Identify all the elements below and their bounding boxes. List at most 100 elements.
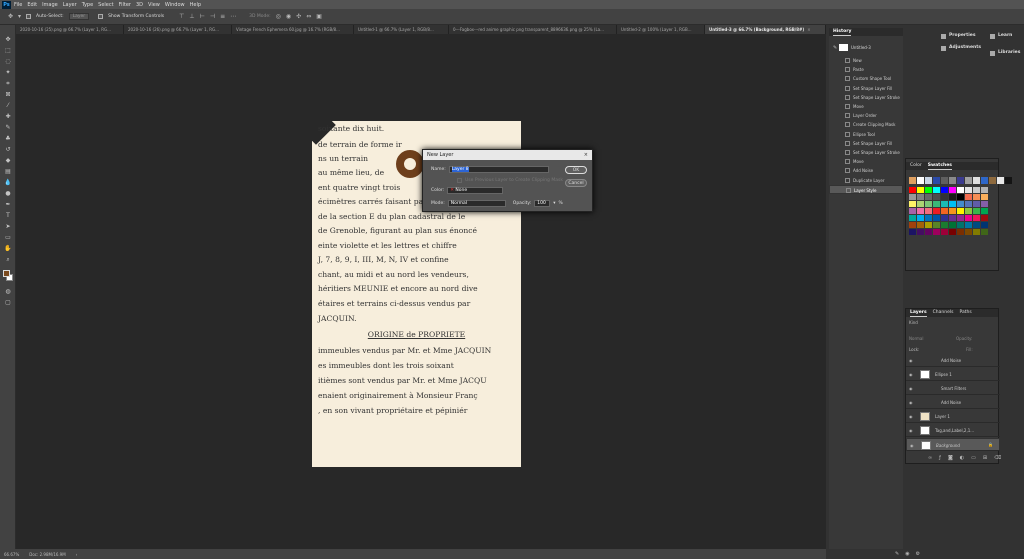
swatch[interactable]: [933, 222, 940, 228]
swatch[interactable]: [941, 215, 948, 221]
blend-mode-select[interactable]: Normal: [909, 336, 923, 341]
menu-image[interactable]: Image: [42, 2, 58, 8]
swatch[interactable]: [965, 201, 972, 207]
menu-type[interactable]: Type: [82, 2, 93, 8]
swatch[interactable]: [941, 222, 948, 228]
hand-tool-icon[interactable]: ✋: [3, 244, 13, 253]
swatch[interactable]: [917, 201, 924, 207]
history-item[interactable]: Duplicate Layer: [829, 176, 903, 185]
swatch[interactable]: [973, 215, 980, 221]
swatch[interactable]: [909, 208, 916, 214]
gradient-tool-icon[interactable]: ▤: [3, 167, 13, 176]
type-tool-icon[interactable]: T: [3, 211, 13, 220]
snapshot-label[interactable]: Untitled-3: [851, 45, 871, 50]
brush-icon[interactable]: ✎: [895, 551, 899, 557]
layer-row[interactable]: ◉ Tag,and,Label,2,1...: [906, 424, 1000, 437]
color-select[interactable]: ✕ None: [447, 187, 504, 194]
swatch[interactable]: [933, 215, 940, 221]
swatch[interactable]: [925, 201, 932, 207]
swatch[interactable]: [917, 208, 924, 214]
swatch[interactable]: [925, 187, 932, 193]
close-tab-icon[interactable]: ×: [807, 27, 810, 32]
new-layer-icon[interactable]: ⊞: [983, 455, 987, 461]
camera-icon[interactable]: ◉: [905, 551, 909, 557]
swatch[interactable]: [957, 229, 964, 235]
crop-tool-icon[interactable]: ⌗: [3, 79, 13, 88]
eraser-icon[interactable]: ◆: [3, 156, 13, 165]
swatch[interactable]: [909, 215, 916, 221]
history-item[interactable]: Move: [829, 157, 903, 166]
menu-edit[interactable]: Edit: [27, 2, 37, 8]
swatch[interactable]: [941, 229, 948, 235]
swatch[interactable]: [973, 194, 980, 200]
swatch[interactable]: [941, 187, 948, 193]
tab-doc-5[interactable]: 0---Fagbox---red anime graphic png trans…: [449, 25, 617, 34]
layer-row[interactable]: ◉ Ellipse 1: [906, 368, 1000, 381]
opacity-input[interactable]: 100: [534, 200, 551, 207]
swatch[interactable]: [957, 208, 964, 214]
swatch[interactable]: [957, 187, 964, 193]
swatch[interactable]: [949, 177, 956, 184]
swatch[interactable]: [917, 187, 924, 193]
move-tool-icon[interactable]: ✥: [8, 13, 13, 20]
swatch[interactable]: [917, 177, 924, 184]
swatch[interactable]: [997, 177, 1004, 184]
fx-icon[interactable]: ƒ: [939, 455, 941, 461]
history-brush-icon[interactable]: ↺: [3, 145, 13, 154]
swatch[interactable]: [941, 201, 948, 207]
swatch[interactable]: [925, 229, 932, 235]
eye-icon[interactable]: ◉: [909, 372, 913, 377]
menu-help[interactable]: Help: [190, 2, 201, 8]
tab-channels[interactable]: Channels: [933, 309, 954, 317]
tab-doc-6[interactable]: Untitled-2 @ 100% (Layer 1, RGB...: [617, 25, 705, 34]
swatch[interactable]: [989, 177, 996, 184]
swatch[interactable]: [949, 215, 956, 221]
swatch[interactable]: [925, 177, 932, 184]
swatch[interactable]: [933, 229, 940, 235]
chevron-right-icon[interactable]: ›: [76, 552, 78, 557]
mode-select[interactable]: Normal: [447, 200, 506, 207]
swatch[interactable]: [981, 187, 988, 193]
3d-pan-icon[interactable]: ✣: [296, 13, 301, 20]
swatch[interactable]: [949, 208, 956, 214]
blur-tool-icon[interactable]: 💧: [3, 178, 13, 187]
swatch[interactable]: [973, 187, 980, 193]
doc-size[interactable]: Doc: 2.98M/16.9M: [29, 552, 65, 557]
swatch[interactable]: [949, 187, 956, 193]
layer-row[interactable]: ◉ Smart Filters: [906, 382, 1000, 395]
eye-icon[interactable]: ◉: [909, 400, 913, 405]
align-center-icon[interactable]: ⊣: [210, 13, 215, 20]
settings-icon[interactable]: ⚙: [916, 551, 920, 557]
chevron-down-icon[interactable]: ▾: [18, 13, 21, 20]
properties-button[interactable]: Properties: [941, 31, 976, 41]
eyedropper-icon[interactable]: ⁄: [3, 101, 13, 110]
swatch[interactable]: [949, 194, 956, 200]
eye-icon[interactable]: ◉: [909, 358, 913, 363]
menu-view[interactable]: View: [148, 2, 160, 8]
swatch[interactable]: [981, 229, 988, 235]
swatch[interactable]: [981, 194, 988, 200]
chevron-down-icon[interactable]: ▾: [553, 201, 555, 206]
swatch[interactable]: [965, 215, 972, 221]
tab-doc-4[interactable]: Untitled-1 @ 66.7% (Layer 1, RGB/8...: [354, 25, 449, 34]
3d-orbit-icon[interactable]: ◎: [276, 13, 281, 20]
trash-icon[interactable]: ⌫: [994, 455, 1001, 461]
swatch[interactable]: [933, 201, 940, 207]
swatch[interactable]: [925, 208, 932, 214]
layer-row[interactable]: ◉ Layer 1: [906, 410, 1000, 423]
swatch[interactable]: [917, 194, 924, 200]
tab-color[interactable]: Color: [910, 162, 922, 170]
swatch[interactable]: [981, 177, 988, 184]
move-tool-icon[interactable]: ✥: [3, 35, 13, 44]
layer-name-input[interactable]: Layer 8: [448, 166, 549, 173]
more-options-icon[interactable]: ⋯: [230, 13, 236, 20]
zoom-tool-icon[interactable]: ⌕: [3, 255, 13, 264]
swatch[interactable]: [981, 215, 988, 221]
eye-icon[interactable]: ◉: [909, 386, 913, 391]
tab-doc-1[interactable]: 2020-10-16 (25).png @ 66.7% (Layer 1, RG…: [16, 25, 124, 34]
show-transform-checkbox[interactable]: [98, 14, 104, 19]
swatch[interactable]: [949, 229, 956, 235]
history-tab[interactable]: History: [833, 28, 852, 36]
swatch[interactable]: [909, 177, 916, 184]
history-item[interactable]: Set Shape Layer Stroke: [829, 148, 903, 157]
